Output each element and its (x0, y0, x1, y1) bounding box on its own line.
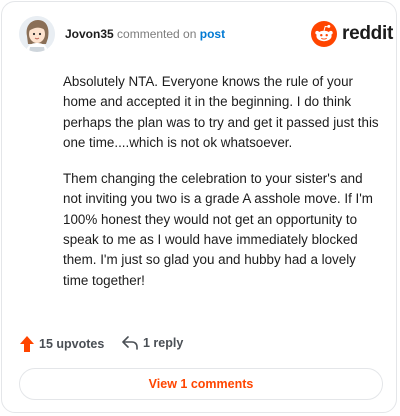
brand-logo[interactable]: reddit (311, 21, 393, 47)
comment-paragraph: Absolutely NTA. Everyone knows the rule … (63, 74, 379, 150)
comment-meta: Jovon35 commented on post (65, 27, 225, 41)
comment-body: Absolutely NTA. Everyone knows the rule … (63, 72, 383, 307)
upvote-arrow-icon (20, 336, 34, 352)
avatar-illustration-icon (19, 16, 55, 52)
username[interactable]: Jovon35 (65, 27, 114, 41)
view-comments-button[interactable]: View 1 comments (19, 368, 383, 400)
comment-paragraph: Them changing the celebration to your si… (63, 171, 373, 288)
reply-button[interactable]: 1 reply (121, 335, 183, 351)
comment-header: Jovon35 commented on post reddit (19, 16, 393, 56)
reply-count: 1 reply (143, 336, 184, 350)
reddit-logo-icon (311, 21, 337, 47)
comment-card: Jovon35 commented on post reddit Absolut… (1, 1, 397, 413)
brand-name: reddit (342, 23, 393, 44)
post-link[interactable]: post (200, 27, 225, 41)
upvote-button[interactable]: 15 upvotes (19, 335, 104, 353)
comment-footer: 15 upvotes 1 reply (19, 333, 385, 357)
user-avatar[interactable] (19, 16, 55, 52)
action-text: commented on (113, 27, 200, 41)
upvote-count: 15 upvotes (39, 337, 105, 351)
reply-arrow-icon (122, 336, 138, 350)
